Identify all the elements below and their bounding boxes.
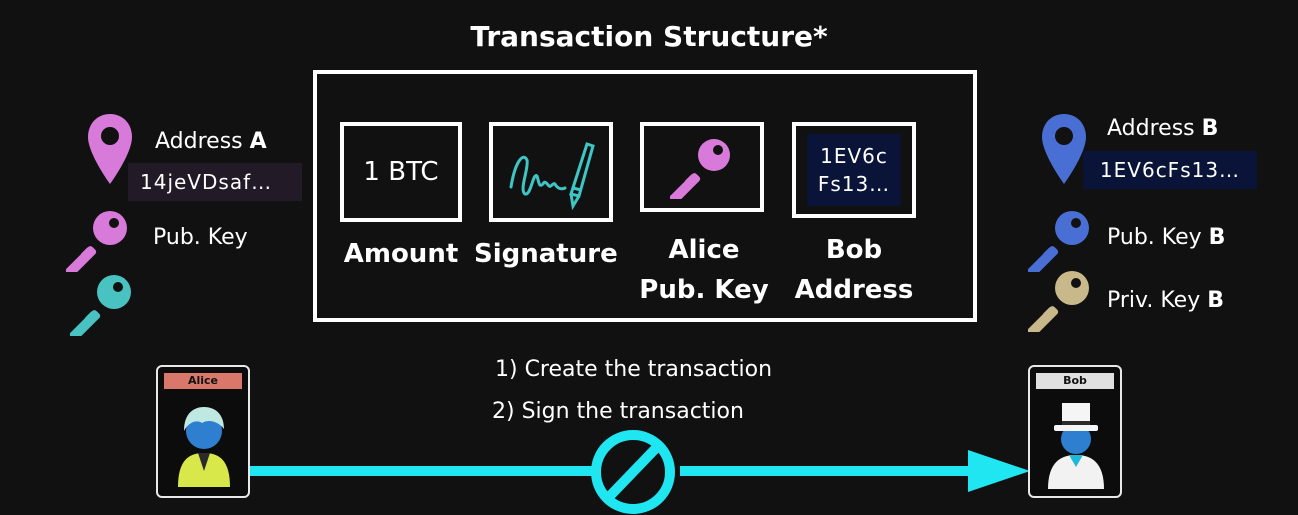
right-privkey-label: Priv. Key B	[1107, 288, 1224, 313]
signature-label: Signature	[474, 239, 618, 269]
alice-pubkey-box	[640, 122, 764, 212]
amount-box: 1 BTC	[340, 122, 462, 222]
amount-label: Amount	[343, 239, 459, 269]
step-2: 2) Sign the transaction	[492, 399, 744, 424]
bob-address-box: 1EV6c Fs13…	[792, 122, 916, 218]
pin-icon-blue	[1042, 114, 1086, 184]
bob-address-value: 1EV6c Fs13…	[807, 134, 901, 206]
left-address-value: 14jeVDsaf…	[128, 163, 302, 201]
bob-avatar-icon	[1048, 403, 1104, 489]
alice-pubkey-label: Alice Pub. Key	[639, 235, 769, 305]
key-icon-pink	[670, 139, 730, 199]
bob-address-label: Bob Address	[794, 235, 914, 305]
prohibited-icon	[591, 430, 675, 514]
step-1: 1) Create the transaction	[495, 357, 773, 382]
key-icon-pink	[66, 211, 127, 272]
pin-icon-pink	[88, 114, 132, 184]
signature-box	[489, 122, 613, 222]
bob-card-label: Bob	[1036, 373, 1114, 389]
left-address-label: Address A	[155, 129, 267, 154]
diagram-title: Transaction Structure*	[470, 20, 828, 53]
alice-card: Alice	[156, 365, 250, 498]
alice-card-label: Alice	[164, 373, 242, 389]
right-address-value: 1EV6cFs13…	[1083, 151, 1257, 189]
alice-avatar-icon	[178, 407, 230, 487]
right-address-label: Address B	[1107, 116, 1219, 141]
signature-icon	[509, 142, 595, 211]
key-icon-blue	[1028, 211, 1089, 272]
left-pubkey-label: Pub. Key	[153, 225, 248, 250]
bob-card: Bob	[1028, 365, 1122, 498]
key-icon-tan	[1028, 271, 1089, 332]
amount-value: 1 BTC	[363, 157, 439, 187]
right-pubkey-label: Pub. Key B	[1107, 225, 1226, 250]
key-icon-teal	[70, 275, 131, 336]
